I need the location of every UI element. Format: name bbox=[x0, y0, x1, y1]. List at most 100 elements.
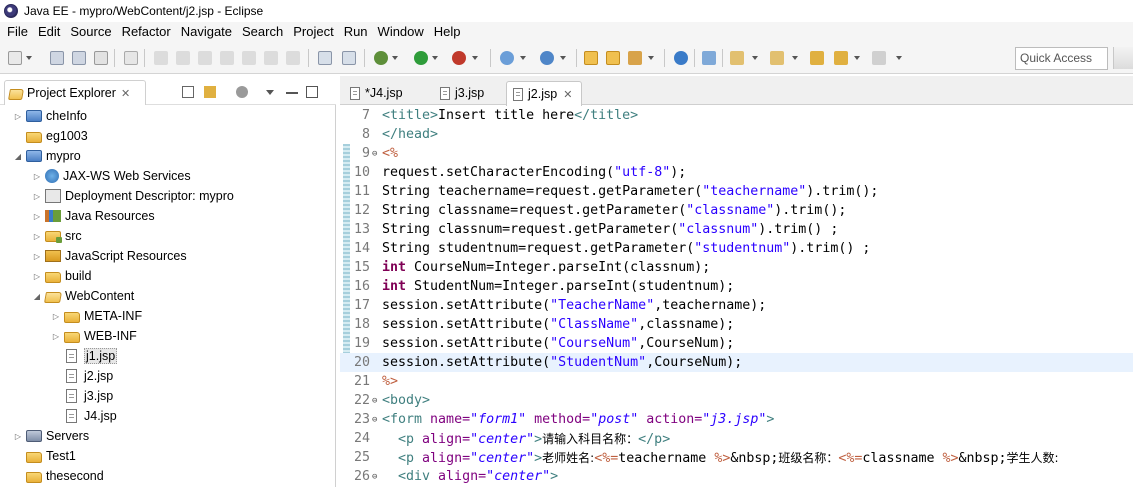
menu-file[interactable]: File bbox=[2, 22, 33, 42]
tree-item[interactable]: ▷ WEB-INF bbox=[52, 326, 137, 346]
code-line[interactable]: 17 session.setAttribute("TeacherName",tea… bbox=[340, 296, 1133, 315]
code-line[interactable]: 26 ⊖ <div align="center"> bbox=[340, 467, 1133, 486]
tree-item[interactable]: ▷ Deployment Descriptor: mypro bbox=[33, 186, 234, 206]
tree-item[interactable]: Test1 bbox=[14, 446, 76, 466]
quick-access-field[interactable]: Quick Access bbox=[1015, 47, 1108, 70]
tree-item[interactable]: j2.jsp bbox=[52, 366, 113, 386]
code-line[interactable]: 15 int CourseNum=Integer.parseInt(classnu… bbox=[340, 258, 1133, 277]
close-icon[interactable]: ✕ bbox=[563, 88, 572, 101]
new-server-icon[interactable] bbox=[500, 51, 514, 65]
debug-icon[interactable] bbox=[374, 51, 388, 65]
back-icon[interactable] bbox=[834, 51, 848, 65]
save-all-icon[interactable] bbox=[72, 51, 86, 65]
editor-tab[interactable]: j2.jsp ✕ bbox=[506, 81, 582, 106]
disconnect-icon[interactable] bbox=[220, 51, 234, 65]
view-menu-icon[interactable] bbox=[266, 90, 274, 95]
tree-item[interactable]: ▷ cheInfo bbox=[14, 106, 87, 126]
code-line[interactable]: 14 String studentnum=request.getParameter… bbox=[340, 239, 1133, 258]
perspective-switcher-icon[interactable] bbox=[1113, 47, 1133, 69]
code-line[interactable]: 9 ⊖ <% bbox=[340, 144, 1133, 163]
code-editor[interactable]: 7 <title>Insert title here</title> 8 </head… bbox=[340, 106, 1133, 487]
menu-refactor[interactable]: Refactor bbox=[117, 22, 176, 42]
tree-item[interactable]: thesecond bbox=[14, 466, 104, 486]
menu-source[interactable]: Source bbox=[65, 22, 116, 42]
code-line[interactable]: 22 ⊖ <body> bbox=[340, 391, 1133, 410]
menu-navigate[interactable]: Navigate bbox=[176, 22, 237, 42]
code-line[interactable]: 11 String teachername=request.getParamete… bbox=[340, 182, 1133, 201]
new-server-dropdown-icon[interactable] bbox=[520, 56, 526, 60]
expand-arrow-icon[interactable]: ▷ bbox=[14, 432, 22, 441]
fold-toggle-icon[interactable]: ⊖ bbox=[372, 149, 382, 159]
code-line[interactable]: 7 <title>Insert title here</title> bbox=[340, 106, 1133, 125]
console-icon[interactable] bbox=[318, 51, 332, 65]
menu-edit[interactable]: Edit bbox=[33, 22, 65, 42]
next-annotation-dropdown-icon[interactable] bbox=[752, 56, 758, 60]
suspend-icon[interactable] bbox=[176, 51, 190, 65]
annotation-icon[interactable] bbox=[702, 51, 716, 65]
collapse-arrow-icon[interactable]: ◢ bbox=[33, 292, 41, 301]
code-line[interactable]: 8 </head> bbox=[340, 125, 1133, 144]
code-line[interactable]: 16 int StudentNum=Integer.parseInt(studen… bbox=[340, 277, 1133, 296]
search-dropdown-icon[interactable] bbox=[648, 56, 654, 60]
expand-arrow-icon[interactable]: ▷ bbox=[14, 112, 22, 121]
tree-item[interactable]: j1.jsp bbox=[52, 346, 118, 366]
tree-item[interactable]: ▷ Servers bbox=[14, 426, 89, 446]
editor-tab[interactable]: *J4.jsp bbox=[344, 81, 430, 105]
last-edit-location-icon[interactable] bbox=[810, 51, 824, 65]
next-annotation-icon[interactable] bbox=[730, 51, 744, 65]
open-resource-icon[interactable] bbox=[606, 51, 620, 65]
tree-item[interactable]: ◢ WebContent bbox=[33, 286, 134, 306]
close-icon[interactable]: ✕ bbox=[121, 87, 130, 100]
code-line[interactable]: 10 request.setCharacterEncoding("utf-8"); bbox=[340, 163, 1133, 182]
minimize-icon[interactable] bbox=[286, 92, 298, 94]
maximize-icon[interactable] bbox=[306, 86, 318, 98]
editor-tab[interactable]: j3.jsp bbox=[434, 81, 502, 105]
fold-toggle-icon[interactable]: ⊖ bbox=[372, 472, 382, 482]
run-icon[interactable] bbox=[414, 51, 428, 65]
terminate-icon[interactable] bbox=[198, 51, 212, 65]
expand-arrow-icon[interactable]: ▷ bbox=[33, 212, 41, 221]
run-dropdown-icon[interactable] bbox=[432, 56, 438, 60]
tree-item[interactable]: ▷ JavaScript Resources bbox=[33, 246, 187, 266]
previous-annotation-dropdown-icon[interactable] bbox=[792, 56, 798, 60]
expand-arrow-icon[interactable]: ▷ bbox=[33, 192, 41, 201]
code-line[interactable]: 24 <p align="center">请输入科目名称：</p> bbox=[340, 429, 1133, 448]
open-type-icon[interactable] bbox=[584, 51, 598, 65]
new-java-class-icon[interactable] bbox=[540, 51, 554, 65]
forward-icon[interactable] bbox=[872, 51, 886, 65]
menu-run[interactable]: Run bbox=[339, 22, 373, 42]
expand-arrow-icon[interactable]: ▷ bbox=[52, 312, 60, 321]
tree-item[interactable]: ▷ build bbox=[33, 266, 92, 286]
step-over-icon[interactable] bbox=[264, 51, 278, 65]
tree-item[interactable]: j3.jsp bbox=[52, 386, 113, 406]
new-icon[interactable] bbox=[8, 51, 22, 65]
new-dropdown-icon[interactable] bbox=[26, 56, 32, 60]
link-with-editor-icon[interactable] bbox=[204, 86, 216, 98]
tree-item[interactable]: ▷ Java Resources bbox=[33, 206, 155, 226]
expand-arrow-icon[interactable]: ▷ bbox=[33, 232, 41, 241]
expand-arrow-icon[interactable]: ▷ bbox=[52, 332, 60, 341]
new-java-class-dropdown-icon[interactable] bbox=[560, 56, 566, 60]
resume-icon[interactable] bbox=[154, 51, 168, 65]
tree-item[interactable]: ▷ META-INF bbox=[52, 306, 142, 326]
expand-arrow-icon[interactable]: ▷ bbox=[33, 252, 41, 261]
expand-arrow-icon[interactable]: ▷ bbox=[33, 172, 41, 181]
code-line[interactable]: 12 String classname=request.getParameter(… bbox=[340, 201, 1133, 220]
filter-icon[interactable] bbox=[236, 86, 248, 98]
forward-dropdown-icon[interactable] bbox=[896, 56, 902, 60]
menu-window[interactable]: Window bbox=[373, 22, 429, 42]
expand-arrow-icon[interactable]: ▷ bbox=[33, 272, 41, 281]
fold-toggle-icon[interactable]: ⊖ bbox=[372, 415, 382, 425]
code-line[interactable]: 18 session.setAttribute("ClassName",class… bbox=[340, 315, 1133, 334]
tree-item[interactable]: J4.jsp bbox=[52, 406, 117, 426]
step-return-icon[interactable] bbox=[286, 51, 300, 65]
menu-help[interactable]: Help bbox=[429, 22, 466, 42]
save-icon[interactable] bbox=[50, 51, 64, 65]
debug-dropdown-icon[interactable] bbox=[392, 56, 398, 60]
code-line[interactable]: 21 %> bbox=[340, 372, 1133, 391]
code-line[interactable]: 25 <p align="center">老师姓名:<%=teachername… bbox=[340, 448, 1133, 467]
search-tool-icon[interactable] bbox=[628, 51, 642, 65]
menu-project[interactable]: Project bbox=[288, 22, 338, 42]
external-tools-dropdown-icon[interactable] bbox=[472, 56, 478, 60]
back-dropdown-icon[interactable] bbox=[854, 56, 860, 60]
